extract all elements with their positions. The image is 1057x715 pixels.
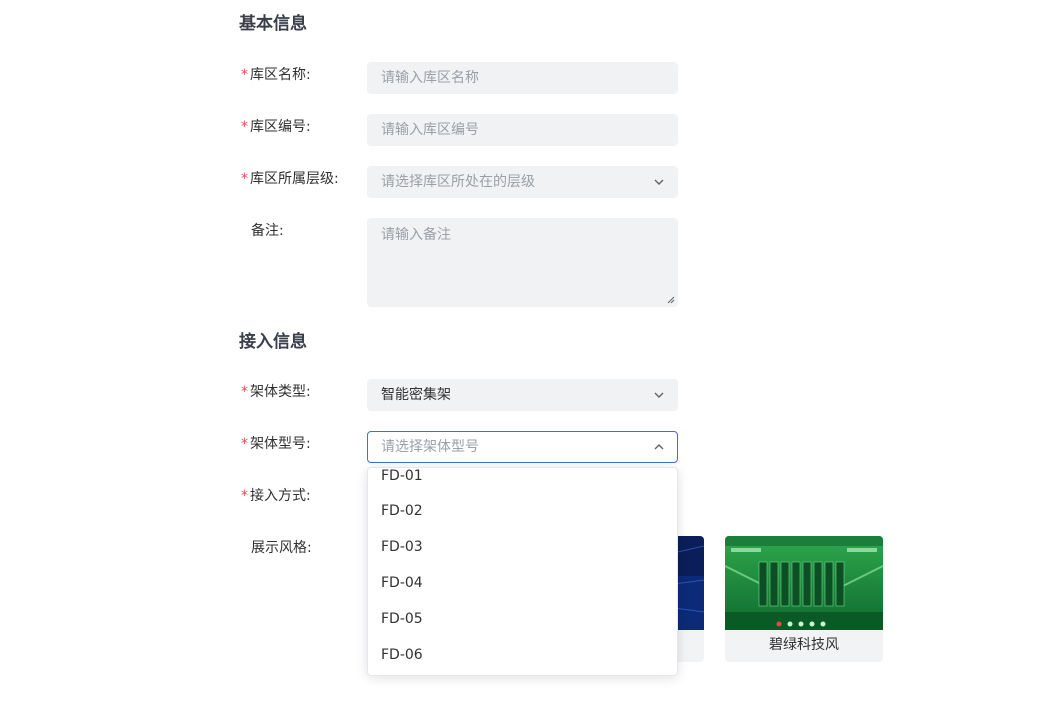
rack-model-dropdown[interactable]: FD-01 FD-02 FD-03 FD-04 FD-05 FD-06: [367, 467, 678, 676]
dropdown-option-fd-06[interactable]: FD-06: [381, 645, 423, 665]
warehouse-name-label: * 库区名称:: [241, 67, 311, 83]
dropdown-option-fd-02[interactable]: FD-02: [381, 501, 423, 521]
required-mark: *: [241, 171, 248, 187]
required-mark: *: [241, 67, 248, 83]
rack-type-select[interactable]: 智能密集架: [367, 379, 678, 411]
chevron-down-icon: [654, 179, 664, 185]
style-card-green-tech[interactable]: 碧绿科技风: [725, 536, 883, 662]
dropdown-option-fd-04[interactable]: FD-04: [381, 573, 423, 593]
style-card-caption: 碧绿科技风: [769, 637, 839, 653]
style-preview-green-tech: [725, 536, 883, 630]
section-title-basic-info: 基本信息: [239, 14, 307, 34]
rack-model-select[interactable]: 请选择架体型号: [367, 431, 678, 463]
required-mark: *: [241, 384, 248, 400]
warehouse-name-input[interactable]: 请输入库区名称: [367, 62, 678, 94]
dropdown-option-fd-05[interactable]: FD-05: [381, 609, 423, 629]
access-method-label: * 接入方式:: [241, 488, 311, 504]
remark-textarea[interactable]: 请输入备注: [367, 218, 678, 307]
required-mark: *: [241, 436, 248, 452]
required-mark: *: [241, 488, 248, 504]
warehouse-level-label: * 库区所属层级:: [241, 171, 339, 187]
warehouse-code-input[interactable]: 请输入库区编号: [367, 114, 678, 146]
warehouse-level-select[interactable]: 请选择库区所处在的层级: [367, 166, 678, 198]
dropdown-option-fd-03[interactable]: FD-03: [381, 537, 423, 557]
rack-type-label: * 架体类型:: [241, 384, 311, 400]
resize-handle-icon[interactable]: [667, 296, 675, 304]
display-style-label: 展示风格:: [251, 540, 312, 556]
remark-label: 备注:: [251, 223, 284, 239]
chevron-up-icon: [654, 444, 664, 450]
section-title-access-info: 接入信息: [239, 332, 307, 352]
dropdown-option-fd-01[interactable]: FD-01: [381, 468, 423, 486]
chevron-down-icon: [654, 392, 664, 398]
rack-model-label: * 架体型号:: [241, 436, 311, 452]
warehouse-code-label: * 库区编号:: [241, 119, 311, 135]
required-mark: *: [241, 119, 248, 135]
